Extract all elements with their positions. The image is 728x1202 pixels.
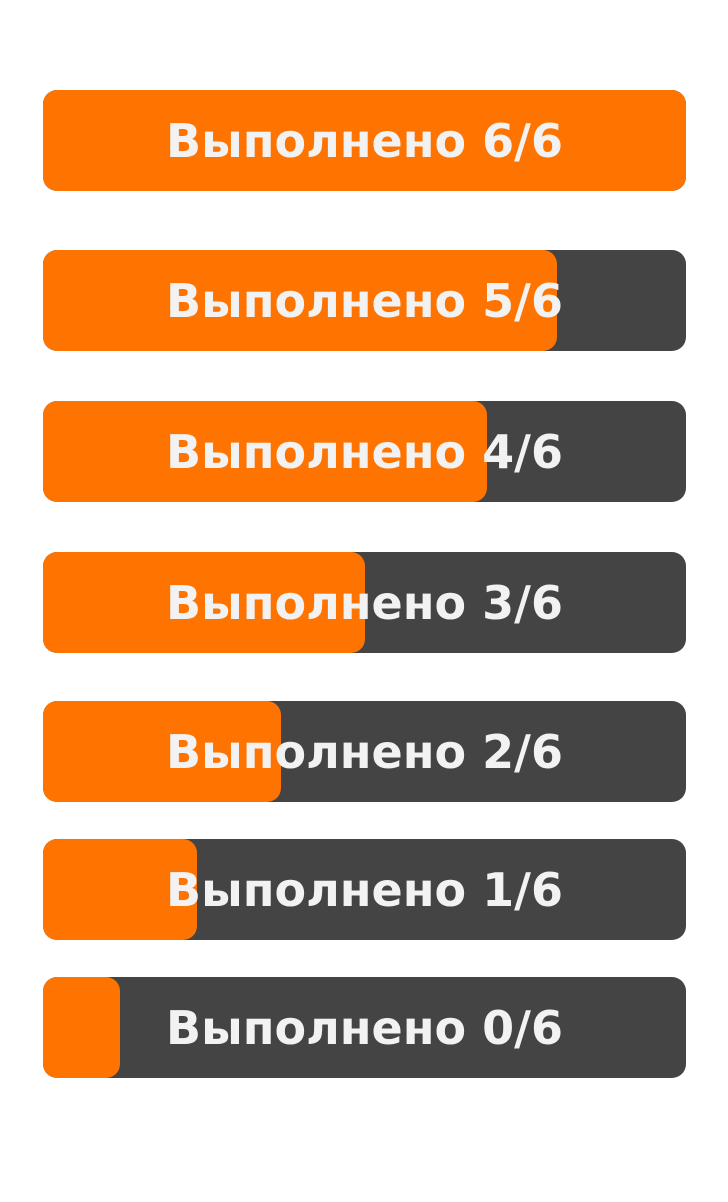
progress-bar-4-of-6: Выполнено 4/6 [43,401,686,502]
progress-label: Выполнено 3/6 [166,575,563,630]
progress-bar-6-of-6: Выполнено 6/6 [43,90,686,191]
progress-bar-5-of-6: Выполнено 5/6 [43,250,686,351]
progress-bar-0-of-6: Выполнено 0/6 [43,977,686,1078]
progress-label: Выполнено 5/6 [166,273,563,328]
progress-label: Выполнено 2/6 [166,724,563,779]
progress-label: Выполнено 6/6 [166,113,563,168]
progress-label: Выполнено 1/6 [166,862,563,917]
progress-bar-3-of-6: Выполнено 3/6 [43,552,686,653]
progress-label: Выполнено 0/6 [166,1000,563,1055]
progress-bar-1-of-6: Выполнено 1/6 [43,839,686,940]
progress-bar-2-of-6: Выполнено 2/6 [43,701,686,802]
progress-label: Выполнено 4/6 [166,424,563,479]
progress-bars-page: { "colors": { "track": "#444444", "fill"… [0,0,728,1202]
